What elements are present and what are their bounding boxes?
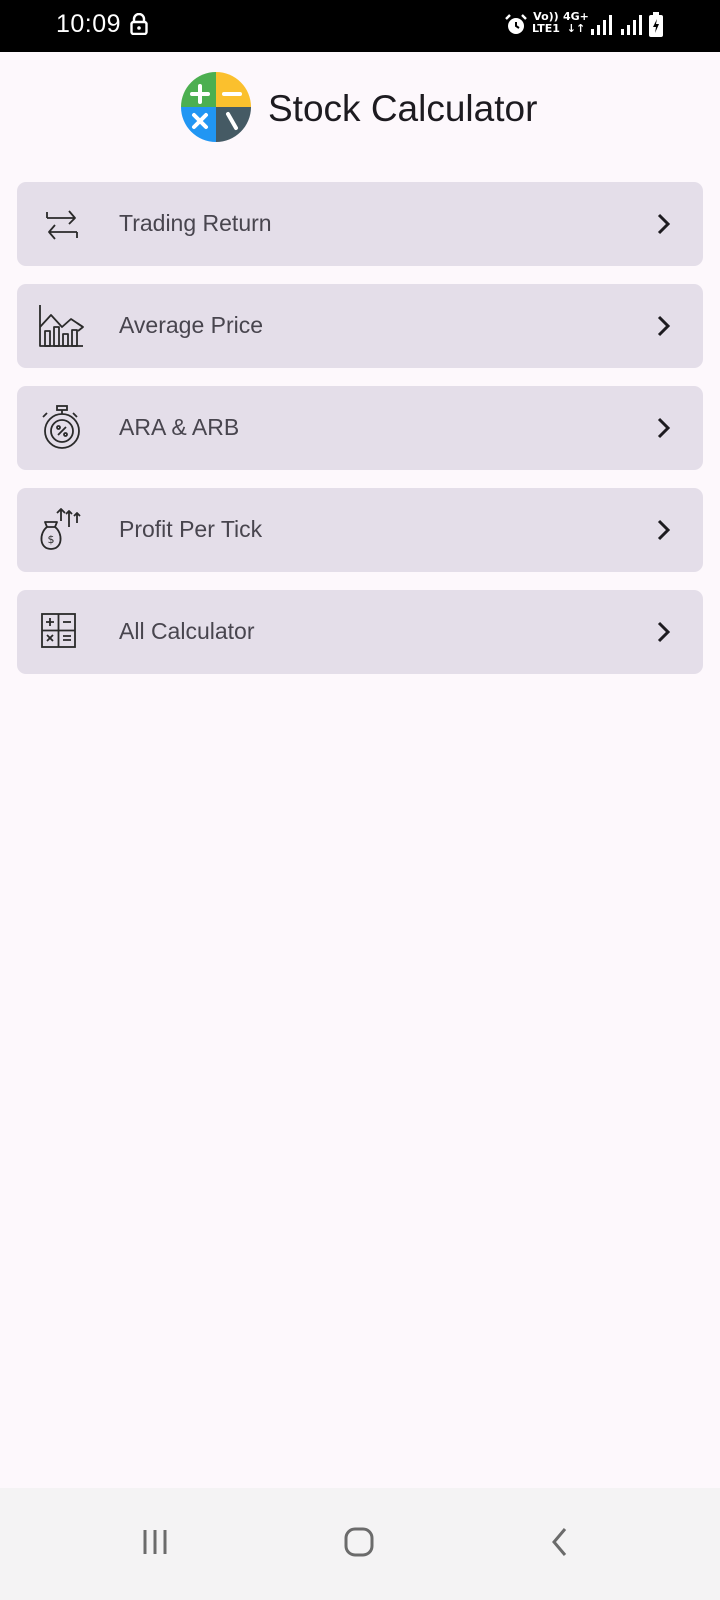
lock-icon xyxy=(130,12,148,40)
chevron-right-icon xyxy=(651,314,675,338)
menu-item-ara-arb[interactable]: ARA & ARB xyxy=(17,386,703,470)
volte-indicator: Vo)) LTE1 xyxy=(532,11,560,35)
menu-item-label: Trading Return xyxy=(119,210,272,236)
chevron-right-icon xyxy=(651,620,675,644)
menu-item-label: Profit Per Tick xyxy=(119,516,263,542)
svg-text:$: $ xyxy=(48,533,55,546)
volte-line-2: LTE1 xyxy=(532,22,560,35)
calculator-grid-icon xyxy=(37,607,87,657)
menu-item-label: All Calculator xyxy=(119,618,255,644)
system-nav-bar xyxy=(0,1488,720,1600)
menu-item-label: ARA & ARB xyxy=(119,414,240,440)
chevron-right-icon xyxy=(651,212,675,236)
status-bar: 10:09 Vo)) LTE1 4G+ ↓↑ xyxy=(0,0,720,52)
menu-item-profit-per-tick[interactable]: $ Profit Per Tick xyxy=(17,488,703,572)
menu-item-label: Average Price xyxy=(119,312,264,338)
menu-item-trading-return[interactable]: Trading Return xyxy=(17,182,703,266)
calculator-logo-icon xyxy=(181,72,251,142)
recents-icon[interactable] xyxy=(141,1528,171,1561)
page-title: Stock Calculator xyxy=(268,88,538,129)
alarm-icon xyxy=(504,13,528,42)
network-indicator: 4G+ ↓↑ xyxy=(563,11,589,35)
signal-icon xyxy=(590,14,612,41)
arrows-exchange-icon xyxy=(37,199,87,249)
stopwatch-percent-icon xyxy=(37,403,87,453)
bar-chart-trend-icon xyxy=(37,301,87,351)
home-icon[interactable] xyxy=(343,1526,375,1563)
app-header: Stock Calculator xyxy=(0,52,720,172)
menu-item-all-calculator[interactable]: All Calculator xyxy=(17,590,703,674)
signal-icon xyxy=(620,14,642,41)
money-bag-arrows-icon: $ xyxy=(37,505,87,555)
battery-charging-icon xyxy=(648,12,664,43)
screen: 10:09 Vo)) LTE1 4G+ ↓↑ Stock Calculator … xyxy=(0,0,720,1600)
menu-item-average-price[interactable]: Average Price xyxy=(17,284,703,368)
back-icon[interactable] xyxy=(548,1526,572,1563)
status-time: 10:09 xyxy=(56,10,122,38)
chevron-right-icon xyxy=(651,518,675,542)
network-activity: ↓↑ xyxy=(566,22,586,35)
chevron-right-icon xyxy=(651,416,675,440)
